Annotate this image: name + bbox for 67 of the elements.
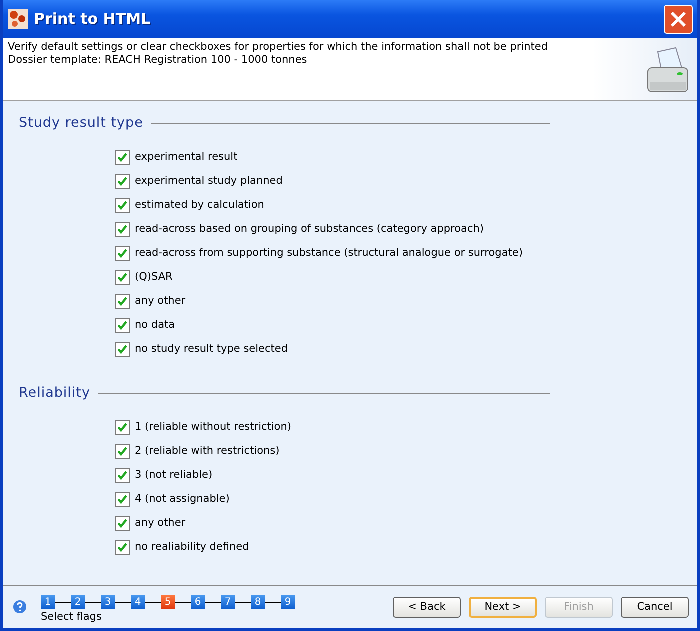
checkbox[interactable] [115,150,130,164]
close-button[interactable] [664,4,693,34]
checkbox[interactable] [115,270,130,284]
check-icon [117,272,128,282]
check-icon [117,152,128,162]
wizard-button[interactable]: Next > [469,596,537,618]
wizard-button[interactable]: < Back [393,596,461,618]
checkbox[interactable] [115,246,130,260]
step-marker: 3 [101,595,115,609]
check-icon [117,446,128,456]
checkbox[interactable] [115,174,130,188]
check-icon [117,422,128,432]
step-marker: 5 [161,595,175,609]
checkbox-label: no study result type selected [135,343,288,355]
check-icon [117,320,128,330]
checkbox-label: 1 (reliable without restriction) [135,421,292,433]
check-icon [117,494,128,504]
checkbox[interactable] [115,420,130,434]
checkbox-label: 4 (not assignable) [135,493,230,505]
check-icon [117,344,128,354]
check-icon [117,470,128,480]
checkbox-label: no data [135,319,176,331]
check-icon [117,296,128,306]
checkbox[interactable] [115,444,130,458]
checkbox[interactable] [115,294,130,308]
section-title: Reliability [19,385,90,401]
checkbox-label: no realiability defined [135,541,250,553]
check-icon [117,200,128,210]
section-title: Study result type [19,115,144,131]
checkbox-label: experimental study planned [135,175,283,187]
checkbox-label: any other [135,295,186,307]
header-text: Dossier template: REACH Registration 100 - 1000 tonnes [8,54,308,67]
checkbox[interactable] [115,342,130,356]
checkbox[interactable] [115,318,130,332]
help-icon[interactable] [13,600,27,614]
step-caption: Select flags [41,611,103,623]
window-title: Print to HTML [34,10,152,28]
close-icon [670,10,687,28]
step-marker: 7 [221,595,235,609]
checkbox-label: read-across based on grouping of substances (category approach) [135,223,484,235]
checkbox[interactable] [115,516,130,530]
check-icon [117,542,128,552]
checkbox[interactable] [115,492,130,506]
step-marker: 4 [131,595,145,609]
checkbox[interactable] [115,222,130,236]
checkbox-label: 3 (not reliable) [135,469,213,481]
step-marker: 8 [251,595,265,609]
checkbox-label: (Q)SAR [135,271,173,283]
checkbox-label: any other [135,517,186,529]
step-marker: 9 [281,595,295,609]
wizard-button[interactable]: Cancel [621,596,689,618]
header-text: Verify default settings or clear checkboxes for properties for which the information shall not be printed [8,41,550,54]
step-marker: 1 [41,595,55,609]
checkbox[interactable] [115,540,130,554]
check-icon [117,248,128,258]
check-icon [117,176,128,186]
checkbox-label: experimental result [135,151,238,163]
check-icon [117,518,128,528]
checkbox-label: read-across from supporting substance (structural analogue or surrogate) [135,247,523,259]
checkbox-label: 2 (reliable with restrictions) [135,445,280,457]
step-marker: 6 [191,595,205,609]
step-marker: 2 [71,595,85,609]
app-icon [8,9,28,29]
checkbox[interactable] [115,198,130,212]
checkbox-label: estimated by calculation [135,199,264,211]
checkbox[interactable] [115,468,130,482]
check-icon [117,224,128,234]
